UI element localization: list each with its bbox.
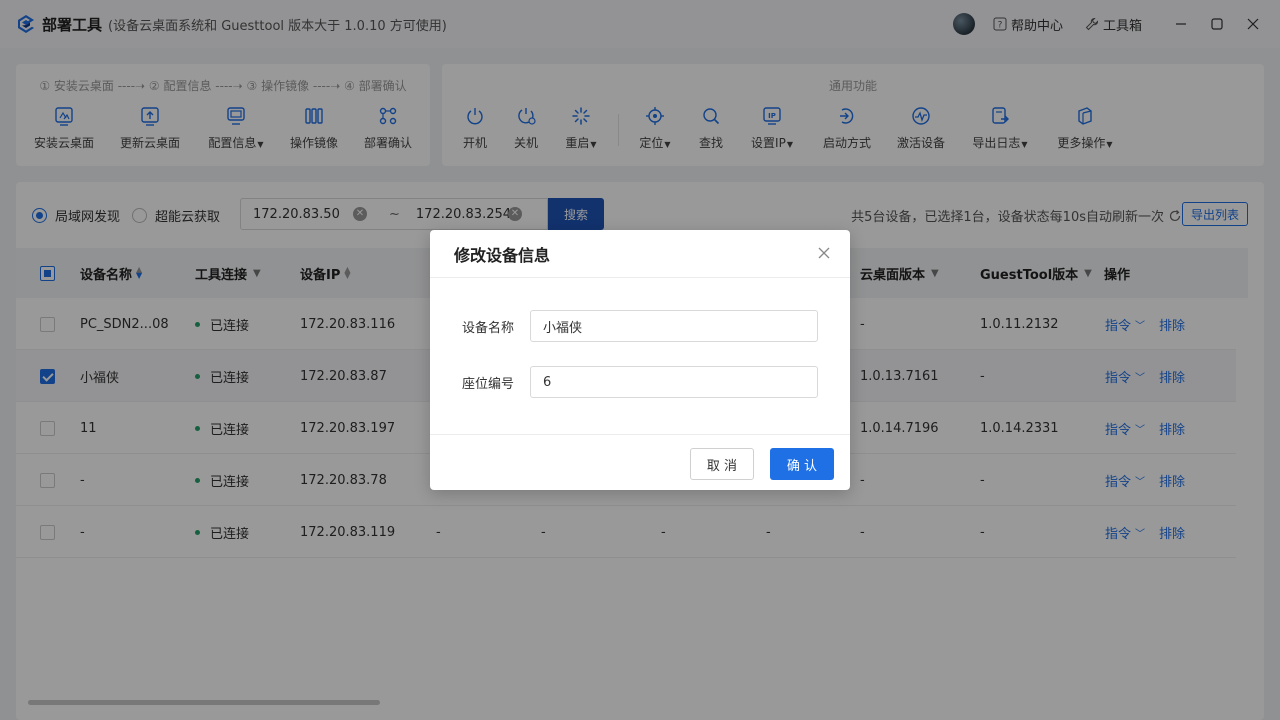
device-name-label: 设备名称	[462, 320, 515, 336]
form-row-device-name: 设备名称	[430, 310, 850, 342]
dialog-footer: 取 消 确 认	[430, 434, 850, 490]
confirm-button[interactable]: 确 认	[770, 448, 834, 480]
dialog-header: 修改设备信息	[430, 230, 850, 278]
dialog-close-icon[interactable]	[816, 245, 832, 261]
form-row-seat-number: 座位编号	[430, 366, 850, 398]
seat-number-input[interactable]	[530, 366, 818, 398]
cancel-button[interactable]: 取 消	[690, 448, 754, 480]
edit-device-dialog: 修改设备信息 设备名称 座位编号 取 消 确 认	[430, 230, 850, 490]
dialog-title: 修改设备信息	[454, 245, 551, 265]
seat-number-label: 座位编号	[462, 376, 515, 392]
device-name-input[interactable]	[530, 310, 818, 342]
